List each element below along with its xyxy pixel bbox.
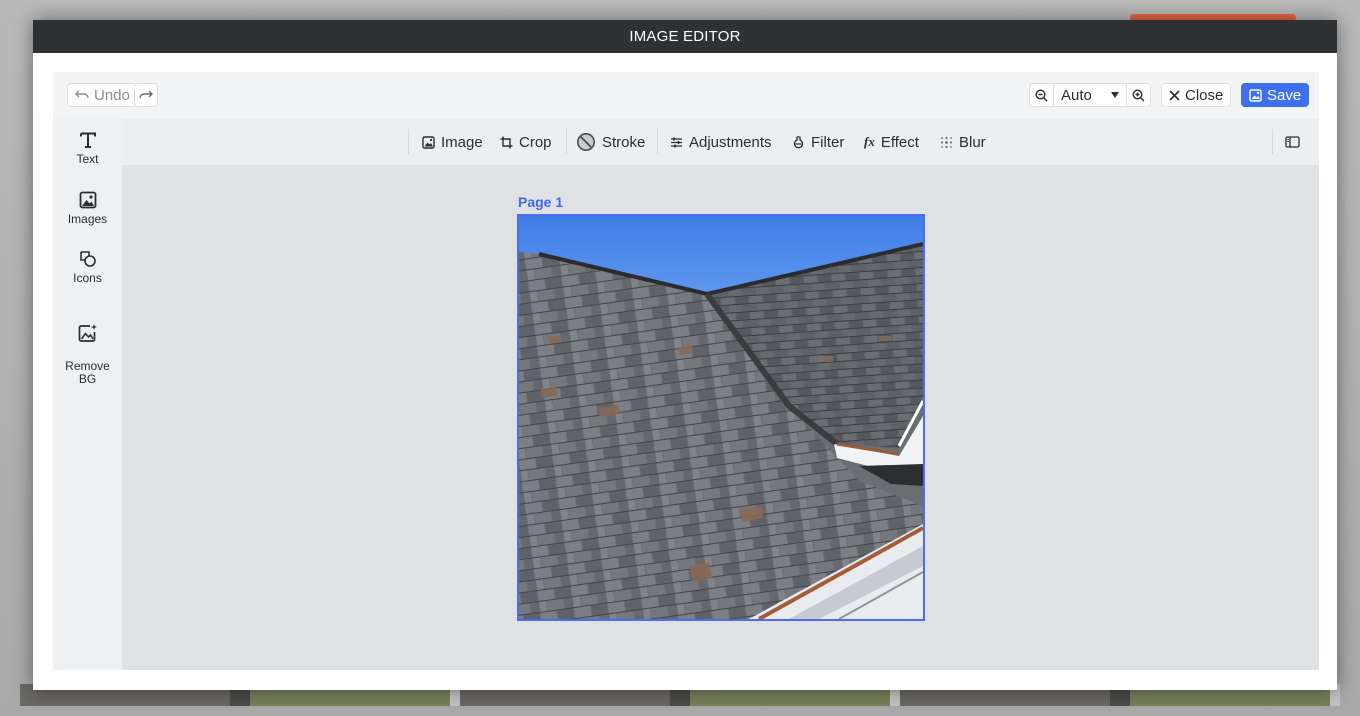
tool-image[interactable]: Image	[422, 132, 483, 152]
tool-label: Stroke	[602, 133, 646, 151]
toolbar-divider	[657, 129, 658, 154]
tool-crop[interactable]: Crop	[500, 132, 552, 152]
canvas-area: Image Crop Stroke Adjustments Filter fx …	[122, 119, 1319, 670]
zoom-in-icon	[1132, 88, 1145, 102]
zoom-out-button[interactable]	[1030, 84, 1053, 106]
text-icon	[53, 131, 122, 149]
toggle-panel-button[interactable]	[1285, 132, 1300, 152]
image-icon	[53, 191, 122, 209]
tool-effect[interactable]: fx Effect	[864, 132, 919, 152]
zoom-select[interactable]: Auto	[1053, 84, 1127, 106]
tool-stroke[interactable]: Stroke	[576, 132, 645, 152]
sidebar-item-label: Icons	[73, 271, 102, 285]
tool-label: Blur	[959, 133, 986, 151]
tool-label: Effect	[880, 133, 919, 151]
editor-topbar: Undo Auto Close Save	[53, 72, 1319, 119]
zoom-control: Auto	[1029, 83, 1151, 107]
tool-adjustments[interactable]: Adjustments	[670, 132, 772, 152]
toolbar-divider	[1272, 129, 1273, 154]
tool-toolbar: Image Crop Stroke Adjustments Filter fx …	[122, 119, 1319, 165]
undo-button[interactable]: Undo	[67, 83, 138, 107]
stroke-icon	[576, 132, 596, 152]
undo-label: Undo	[94, 86, 130, 104]
zoom-in-button[interactable]	[1127, 84, 1150, 106]
sidebar-panel-icon	[1285, 136, 1300, 148]
canvas-page[interactable]	[517, 214, 925, 621]
tool-label: Filter	[811, 133, 845, 151]
chevron-down-icon	[1111, 92, 1119, 98]
remove-bg-icon	[53, 323, 122, 343]
crop-icon	[500, 136, 513, 149]
tool-label: Crop	[519, 133, 552, 151]
roof-photo	[519, 216, 923, 619]
save-button[interactable]: Save	[1241, 83, 1310, 107]
fx-icon: fx	[864, 134, 875, 149]
editor-panel: Undo Auto Close Save Text Images Icons R…	[53, 72, 1319, 670]
sidebar-item-remove-bg[interactable]: Remove BG	[53, 310, 122, 399]
toolbar-divider	[408, 129, 409, 154]
sidebar-item-icons[interactable]: Icons	[53, 250, 122, 285]
zoom-out-icon	[1035, 88, 1048, 102]
undo-icon	[75, 89, 89, 101]
save-icon	[1249, 88, 1262, 102]
sidebar-item-text[interactable]: Text	[53, 131, 122, 166]
page-label: Page 1	[518, 194, 564, 210]
image-editor-modal: IMAGE EDITOR Undo Auto Close Save Text I…	[33, 20, 1337, 690]
toolbar-divider	[566, 129, 567, 154]
redo-button[interactable]	[134, 83, 158, 107]
shapes-icon	[53, 250, 122, 268]
sidebar-item-label: Text	[76, 152, 99, 166]
image-icon	[422, 135, 435, 149]
sidebar-item-images[interactable]: Images	[53, 191, 122, 226]
close-label: Close	[1185, 86, 1224, 104]
save-label: Save	[1267, 86, 1302, 104]
modal-title: IMAGE EDITOR	[33, 20, 1337, 53]
close-button[interactable]: Close	[1161, 83, 1232, 107]
zoom-value: Auto	[1061, 86, 1092, 104]
left-sidebar: Text Images Icons Remove BG	[53, 119, 122, 670]
blur-icon	[940, 136, 953, 149]
close-icon	[1169, 89, 1180, 101]
sliders-icon	[670, 136, 683, 149]
sidebar-item-label: Images	[67, 212, 108, 226]
sidebar-item-label: Remove BG	[65, 359, 110, 386]
tool-filter[interactable]: Filter	[792, 132, 844, 152]
tool-label: Image	[441, 133, 483, 151]
redo-icon	[139, 89, 153, 101]
tool-label: Adjustments	[689, 133, 772, 151]
tool-blur[interactable]: Blur	[940, 132, 986, 152]
flask-icon	[792, 135, 805, 149]
